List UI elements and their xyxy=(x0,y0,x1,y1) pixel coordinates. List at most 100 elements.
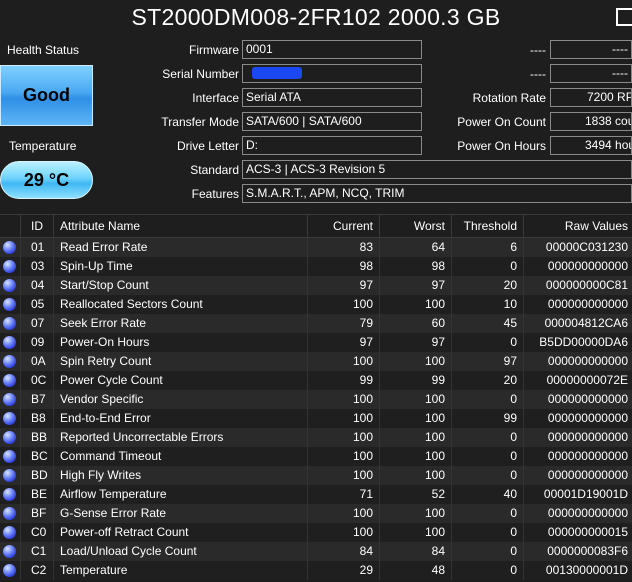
attribute-current: 97 xyxy=(307,333,379,352)
attribute-worst: 84 xyxy=(379,542,451,561)
serial-redaction-mark xyxy=(252,67,302,79)
table-row[interactable]: 07 Seek Error Rate 79 60 45 000004812CA6 xyxy=(0,314,632,333)
health-status-button[interactable]: Good xyxy=(0,65,93,126)
status-dot-icon xyxy=(3,374,16,387)
status-cell xyxy=(0,295,20,314)
table-row[interactable]: C0 Power-off Retract Count 100 100 0 00000000… xyxy=(0,523,632,542)
attribute-threshold: 0 xyxy=(451,523,523,542)
power-on-hours-label: Power On Hours xyxy=(457,139,546,153)
power-on-hours-value: 3494 hours xyxy=(550,136,632,155)
attribute-raw-value: 000000000000 xyxy=(523,295,632,314)
smart-attribute-table: ID Attribute Name Current Worst Threshol… xyxy=(0,214,632,582)
attribute-name: Start/Stop Count xyxy=(53,276,307,295)
attribute-raw-value: 00000C031230 xyxy=(523,238,632,257)
attribute-name: Spin Retry Count xyxy=(53,352,307,371)
status-cell xyxy=(0,371,20,390)
status-dot-icon xyxy=(3,507,16,520)
attribute-threshold: 0 xyxy=(451,466,523,485)
status-cell xyxy=(0,276,20,295)
table-row[interactable]: 03 Spin-Up Time 98 98 0 000000000000 xyxy=(0,257,632,276)
status-cell xyxy=(0,352,20,371)
attribute-current: 100 xyxy=(307,504,379,523)
attribute-id: C0 xyxy=(20,523,52,542)
status-dot-icon xyxy=(3,412,16,425)
table-row[interactable]: B7 Vendor Specific 100 100 0 000000000000 xyxy=(0,390,632,409)
temperature-button[interactable]: 29 °C xyxy=(0,161,93,199)
attribute-worst: 97 xyxy=(379,333,451,352)
status-cell xyxy=(0,504,20,523)
attribute-threshold: 6 xyxy=(451,238,523,257)
attribute-raw-value: 000000000000 xyxy=(523,390,632,409)
attribute-threshold: 0 xyxy=(451,257,523,276)
window-control-box[interactable] xyxy=(616,8,632,26)
attribute-name: End-to-End Error xyxy=(53,409,307,428)
table-row[interactable]: BB Reported Uncorrectable Errors 100 100 0 00… xyxy=(0,428,632,447)
unknown-value-1: ---- xyxy=(550,40,632,59)
current-column-header[interactable]: Current xyxy=(307,215,379,237)
status-dot-icon xyxy=(3,469,16,482)
table-row[interactable]: 01 Read Error Rate 83 64 6 00000C031230 xyxy=(0,238,632,257)
attribute-worst: 100 xyxy=(379,295,451,314)
drive-title: ST2000DM008-2FR102 2000.3 GB xyxy=(131,4,501,30)
attribute-current: 98 xyxy=(307,257,379,276)
id-column-header[interactable]: ID xyxy=(20,215,52,237)
serial-number-label: Serial Number xyxy=(162,67,239,81)
unknown-label-2: ---- xyxy=(530,67,546,81)
table-row[interactable]: 09 Power-On Hours 97 97 0 B5DD00000DA6 xyxy=(0,333,632,352)
status-dot-icon xyxy=(3,526,16,539)
attribute-id: BF xyxy=(20,504,52,523)
table-row[interactable]: 05 Reallocated Sectors Count 100 100 10 00000… xyxy=(0,295,632,314)
status-cell xyxy=(0,485,20,504)
table-row[interactable]: BF G-Sense Error Rate 100 100 0 000000000000 xyxy=(0,504,632,523)
attribute-raw-value: 000000000000 xyxy=(523,352,632,371)
worst-column-header[interactable]: Worst xyxy=(379,215,451,237)
attribute-id: 01 xyxy=(20,238,52,257)
table-row[interactable]: BC Command Timeout 100 100 0 000000000000 xyxy=(0,447,632,466)
attribute-worst: 64 xyxy=(379,238,451,257)
threshold-column-header[interactable]: Threshold xyxy=(451,215,523,237)
attribute-id: C2 xyxy=(20,561,52,580)
attribute-id: B7 xyxy=(20,390,52,409)
attribute-threshold: 0 xyxy=(451,561,523,580)
table-row[interactable]: C1 Load/Unload Cycle Count 84 84 0 0000000083… xyxy=(0,542,632,561)
attribute-current: 79 xyxy=(307,314,379,333)
standard-value: ACS-3 | ACS-3 Revision 5 xyxy=(242,160,632,179)
transfer-mode-label: Transfer Mode xyxy=(161,115,239,129)
attribute-raw-value: 0000000083F6 xyxy=(523,542,632,561)
attribute-current: 29 xyxy=(307,561,379,580)
attribute-name: Load/Unload Cycle Count xyxy=(53,542,307,561)
table-row[interactable]: 0C Power Cycle Count 99 99 20 00000000072E xyxy=(0,371,632,390)
attribute-raw-value: 000004812CA6 xyxy=(523,314,632,333)
attribute-raw-value: 00001D19001D xyxy=(523,485,632,504)
attribute-worst: 48 xyxy=(379,561,451,580)
attribute-threshold: 0 xyxy=(451,447,523,466)
power-on-count-label: Power On Count xyxy=(457,115,546,129)
table-row[interactable]: B8 End-to-End Error 100 100 99 000000000000 xyxy=(0,409,632,428)
table-row[interactable]: BE Airflow Temperature 71 52 40 00001D19001D xyxy=(0,485,632,504)
attribute-worst: 60 xyxy=(379,314,451,333)
attribute-id: 0A xyxy=(20,352,52,371)
attribute-current: 97 xyxy=(307,276,379,295)
table-row[interactable]: 04 Start/Stop Count 97 97 20 000000000C81 xyxy=(0,276,632,295)
attribute-raw-value: 00130000001D xyxy=(523,561,632,580)
status-cell xyxy=(0,238,20,257)
power-on-count-value: 1838 count xyxy=(550,112,632,131)
attribute-id: 0C xyxy=(20,371,52,390)
status-dot-icon xyxy=(3,393,16,406)
attribute-worst: 100 xyxy=(379,504,451,523)
attribute-name: Vendor Specific xyxy=(53,390,307,409)
attribute-worst: 52 xyxy=(379,485,451,504)
raw-values-column-header[interactable]: Raw Values xyxy=(523,215,632,237)
attribute-name: Temperature xyxy=(53,561,307,580)
attribute-worst: 100 xyxy=(379,523,451,542)
status-column-header[interactable] xyxy=(0,215,20,237)
table-row[interactable]: BD High Fly Writes 100 100 0 000000000000 xyxy=(0,466,632,485)
table-row[interactable]: C2 Temperature 29 48 0 00130000001D xyxy=(0,561,632,580)
table-row[interactable]: 0A Spin Retry Count 100 100 97 000000000000 xyxy=(0,352,632,371)
table-header: ID Attribute Name Current Worst Threshol… xyxy=(0,215,632,238)
attribute-name-column-header[interactable]: Attribute Name xyxy=(53,215,307,237)
attribute-threshold: 40 xyxy=(451,485,523,504)
attribute-name: Airflow Temperature xyxy=(53,485,307,504)
standard-label: Standard xyxy=(190,163,239,177)
features-value: S.M.A.R.T., APM, NCQ, TRIM xyxy=(242,184,632,203)
